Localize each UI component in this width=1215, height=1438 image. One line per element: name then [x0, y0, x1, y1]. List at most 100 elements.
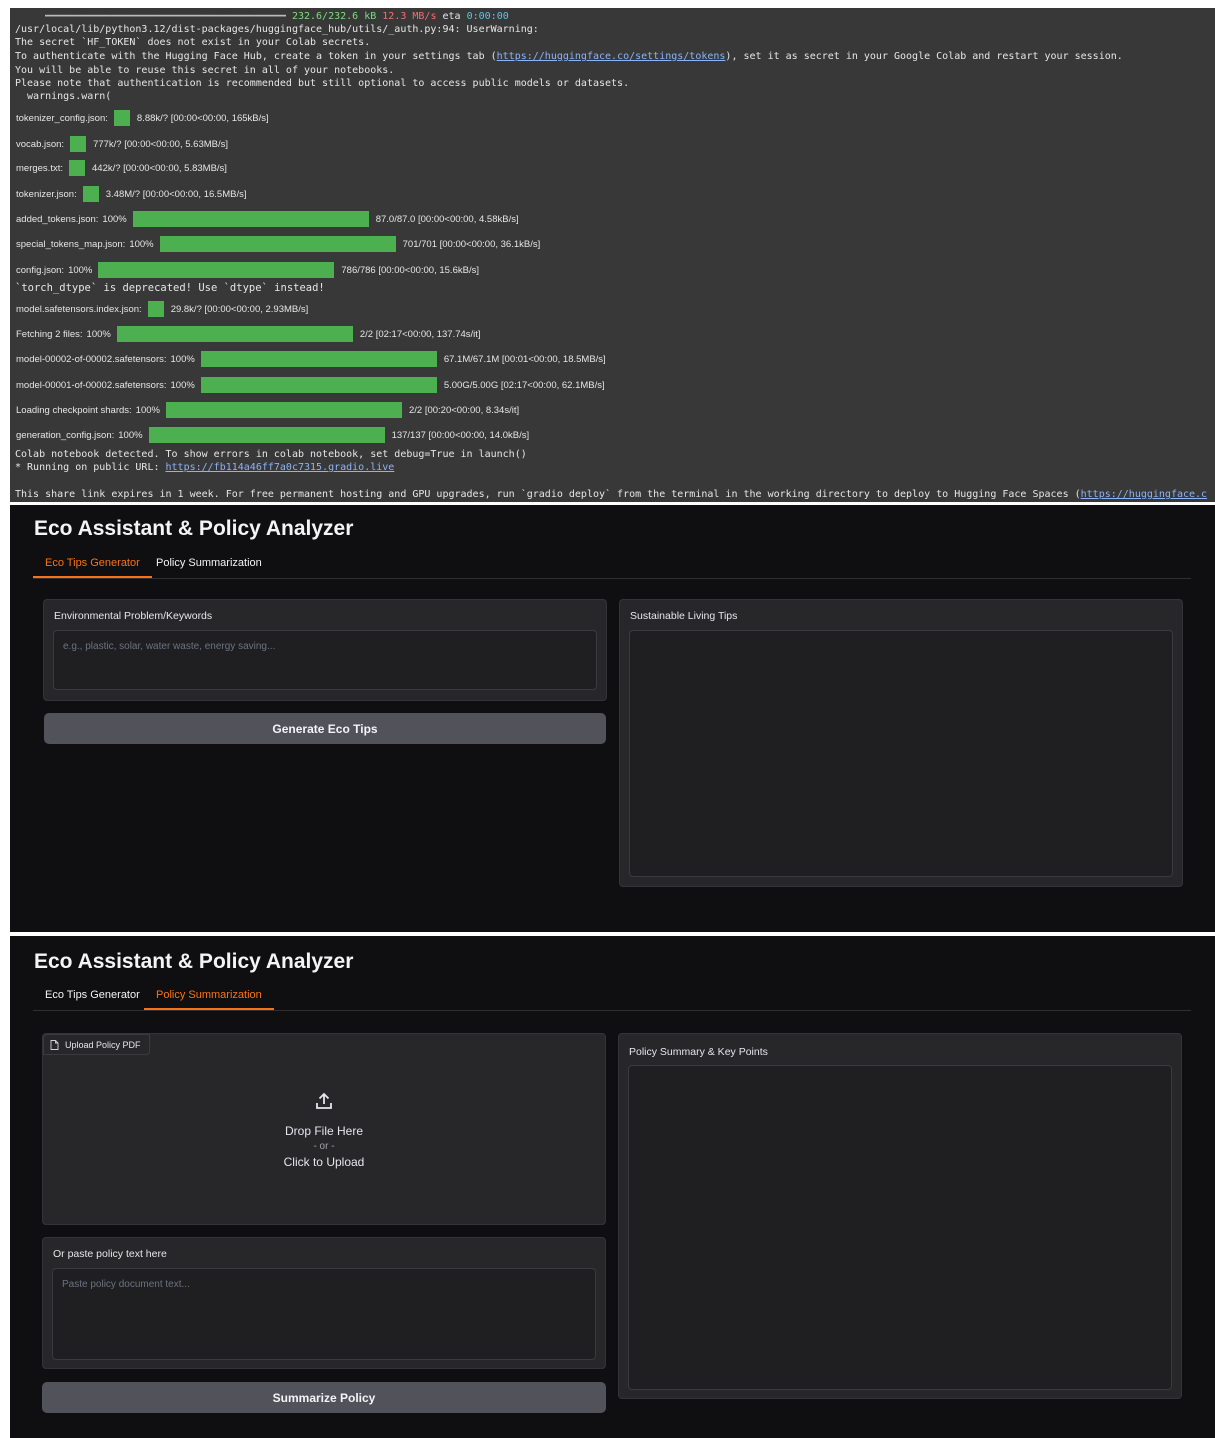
progress-label: Fetching 2 files: — [16, 328, 83, 340]
colab-debug-line: Colab notebook detected. To show errors … — [15, 449, 527, 460]
progress-row: tokenizer_config.json: 8.88k/? [00:00<00:… — [16, 109, 269, 127]
progress-bar — [200, 377, 437, 393]
progress-label: Loading checkpoint shards: — [16, 404, 132, 416]
upload-icon — [316, 1092, 332, 1109]
progress-bar — [200, 351, 437, 367]
progress-bar — [165, 402, 402, 418]
huggingface-spaces-link[interactable]: https://huggingface.c — [1081, 489, 1207, 500]
eco-tips-output-block: Sustainable Living Tips — [619, 599, 1183, 887]
colab-output-terminal: ━━━━━━━━━━━━━━━━━━━━━━━━━━━━━━━━━━━━━━━━… — [10, 8, 1215, 502]
app-title: Eco Assistant & Policy Analyzer — [34, 950, 354, 973]
progress-label: generation_config.json: — [16, 429, 115, 441]
torch-dtype-warning: `torch_dtype` is deprecated! Use `dtype`… — [15, 282, 325, 294]
tab-eco-tips-generator[interactable]: Eco Tips Generator — [33, 984, 152, 1008]
progress-row: added_tokens.json: 100% 87.0/87.0 [00:00<0… — [16, 210, 519, 228]
app-title: Eco Assistant & Policy Analyzer — [34, 517, 354, 540]
progress-bar — [82, 186, 99, 202]
summarize-policy-button[interactable]: Summarize Policy — [42, 1382, 606, 1413]
progress-label: config.json: — [16, 264, 65, 276]
gradio-app-eco-tips-view: Eco Assistant & Policy Analyzer Eco Tips… — [10, 505, 1215, 932]
paste-policy-label: Or paste policy text here — [53, 1248, 167, 1260]
keywords-input[interactable]: e.g., plastic, solar, water waste, energ… — [53, 630, 597, 690]
progress-stats: 786/786 [00:00<00:00, 15.6kB/s] — [341, 264, 479, 276]
log-line: /usr/local/lib/python3.12/dist-packages/… — [15, 24, 539, 35]
policy-summary-output-block: Policy Summary & Key Points — [618, 1033, 1182, 1399]
share-line-prefix: This share link expires in 1 week. For f… — [15, 489, 1081, 500]
generate-eco-tips-button[interactable]: Generate Eco Tips — [44, 713, 606, 744]
progress-stats: 2/2 [02:17<00:00, 137.74s/it] — [359, 328, 481, 340]
download-speed: 12.3 MB/s — [382, 11, 437, 22]
auth-line-suffix: ), set it as secret in your Google Colab… — [725, 51, 1123, 62]
progress-bar — [98, 262, 335, 278]
progress-label: special_tokens_map.json: — [16, 238, 126, 250]
tab-bar: Eco Tips Generator Policy Summarization — [33, 552, 1191, 579]
eco-tips-output[interactable] — [629, 630, 1173, 877]
log-line: You will be able to reuse this secret in… — [15, 65, 395, 76]
progress-stats: 442k/? [00:00<00:00, 5.83MB/s] — [92, 162, 227, 174]
progress-row: vocab.json: 777k/? [00:00<00:00, 5.63MB/s… — [16, 135, 228, 153]
progress-stats: 5.00G/5.00G [02:17<00:00, 62.1MB/s] — [443, 379, 605, 391]
progress-row: merges.txt: 442k/? [00:00<00:00, 5.83MB/s… — [16, 159, 227, 177]
progress-row: special_tokens_map.json: 100% 701/701 [00:… — [16, 235, 540, 253]
gradio-app-policy-view: Eco Assistant & Policy Analyzer Eco Tips… — [10, 936, 1215, 1438]
tab-policy-summarization[interactable]: Policy Summarization — [144, 552, 274, 576]
upload-label-text: Upload Policy PDF — [65, 1039, 141, 1050]
progress-row: model-00001-of-00002.safetensors: 100% 5.0… — [16, 376, 605, 394]
progress-label: model-00002-of-00002.safetensors: — [16, 353, 167, 365]
tab-policy-summarization[interactable]: Policy Summarization — [144, 984, 274, 1010]
progress-stats: 67.1M/67.1M [00:01<00:00, 18.5MB/s] — [443, 353, 606, 365]
log-line: warnings.warn( — [15, 91, 112, 102]
progress-percent: 100% — [170, 353, 195, 365]
progress-label: model.safetensors.index.json: — [16, 303, 142, 315]
file-icon — [50, 1039, 59, 1050]
auth-line: To authenticate with the Hugging Face Hu… — [15, 50, 1123, 63]
progress-row: Loading checkpoint shards: 100% 2/2 [00:20… — [16, 401, 519, 419]
progress-label: added_tokens.json: — [16, 213, 99, 225]
progress-label: merges.txt: — [16, 162, 63, 174]
progress-bar — [70, 136, 87, 152]
progress-row: model-00002-of-00002.safetensors: 100% 67.… — [16, 350, 606, 368]
click-to-upload-text[interactable]: Click to Upload — [43, 1155, 605, 1169]
progress-row: tokenizer.json: 3.48M/? [00:00<00:00, 16.… — [16, 185, 246, 203]
policy-summary-output-label: Policy Summary & Key Points — [629, 1046, 768, 1058]
upload-pdf-dropzone[interactable]: Upload Policy PDF Drop File Here - or - … — [42, 1033, 606, 1225]
progress-row: config.json: 100% 786/786 [00:00<00:00, 15… — [16, 261, 479, 279]
tab-bar: Eco Tips Generator Policy Summarization — [33, 984, 1191, 1011]
progress-label: model-00001-of-00002.safetensors: — [16, 379, 167, 391]
progress-percent: 100% — [135, 404, 160, 416]
download-size: 232.6/232.6 kB — [291, 11, 377, 22]
keywords-input-label: Environmental Problem/Keywords — [54, 610, 213, 622]
public-url-line: * Running on public URL: https://fb114a4… — [15, 461, 394, 474]
progress-stats: 3.48M/? [00:00<00:00, 16.5MB/s] — [105, 188, 247, 200]
keywords-input-block: Environmental Problem/Keywords e.g., pla… — [43, 599, 607, 701]
progress-row: Fetching 2 files: 100% 2/2 [02:17<00:00, 1… — [16, 325, 481, 343]
paste-policy-input[interactable]: Paste policy document text... — [52, 1268, 596, 1360]
eco-tips-output-label: Sustainable Living Tips — [630, 610, 738, 622]
log-line: The secret `HF_TOKEN` does not exist in … — [15, 37, 371, 48]
progress-bar — [159, 236, 396, 252]
paste-policy-block: Or paste policy text here Paste policy d… — [42, 1237, 606, 1369]
progress-percent: 100% — [102, 213, 127, 225]
progress-percent: 100% — [129, 238, 154, 250]
progress-bar — [147, 301, 164, 317]
progress-stats: 777k/? [00:00<00:00, 5.63MB/s] — [93, 138, 229, 150]
progress-stats: 29.8k/? [00:00<00:00, 2.93MB/s] — [170, 303, 309, 315]
auth-line-prefix: To authenticate with the Hugging Face Hu… — [15, 51, 497, 62]
progress-percent: 100% — [118, 429, 143, 441]
progress-row: generation_config.json: 100% 137/137 [00:0… — [16, 426, 529, 444]
settings-tokens-link[interactable]: https://huggingface.co/settings/tokens — [497, 51, 726, 62]
drop-file-text: Drop File Here — [284, 1124, 364, 1138]
or-separator-text: - or - — [313, 1141, 335, 1152]
progress-stats: 2/2 [00:20<00:00, 8.34s/it] — [408, 404, 520, 416]
eta-value: 0:00:00 — [466, 11, 509, 22]
progress-bar — [148, 427, 385, 443]
progress-label: vocab.json: — [16, 138, 65, 150]
progress-label: tokenizer_config.json: — [16, 112, 108, 124]
policy-summary-output[interactable] — [628, 1065, 1172, 1390]
progress-percent: 100% — [86, 328, 111, 340]
gradio-public-url-link[interactable]: https://fb114a46ff7a0c7315.gradio.live — [166, 462, 395, 473]
upload-instructions: Drop File Here - or - Click to Upload — [43, 1091, 605, 1169]
progress-bar — [116, 326, 353, 342]
tab-eco-tips-generator[interactable]: Eco Tips Generator — [33, 552, 152, 578]
progress-stats: 8.88k/? [00:00<00:00, 165kB/s] — [136, 112, 269, 124]
